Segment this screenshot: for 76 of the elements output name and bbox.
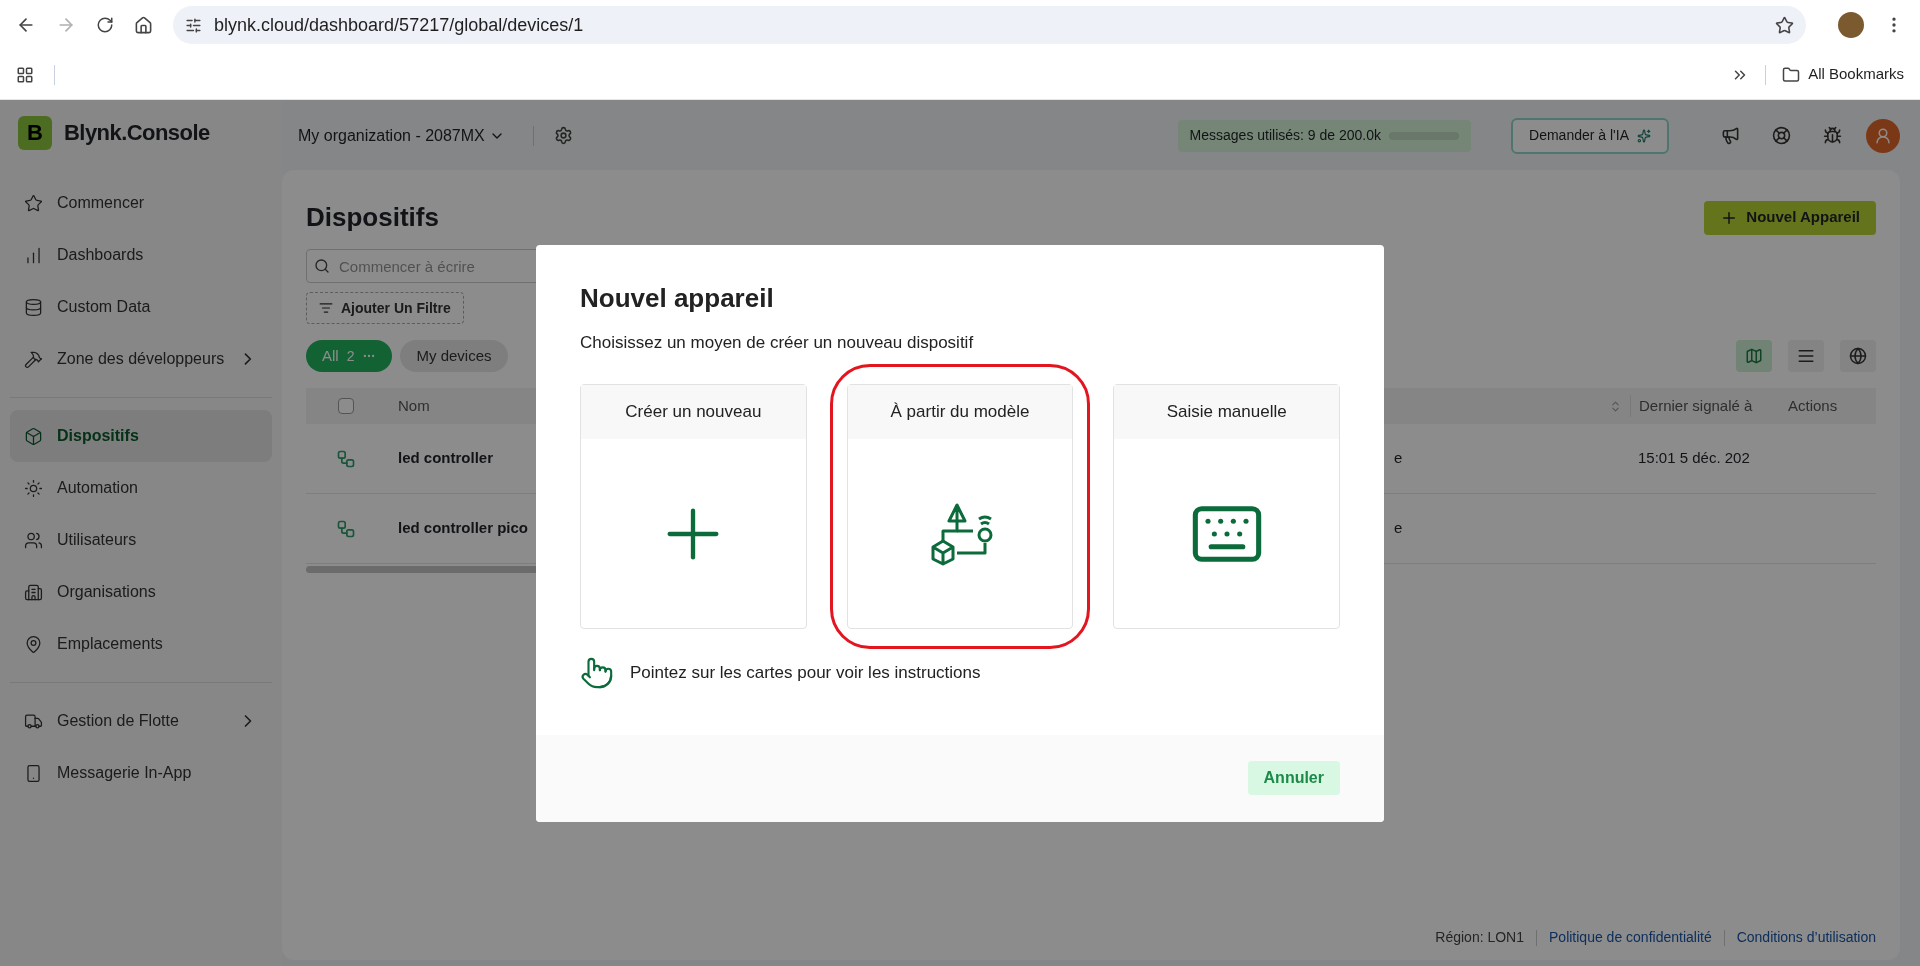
sidebar-item[interactable]: Utilisateurs xyxy=(10,514,272,566)
phone-icon xyxy=(24,763,43,783)
megaphone-icon[interactable] xyxy=(1721,126,1740,145)
column-header: Actions xyxy=(1787,395,1839,416)
apps-icon[interactable] xyxy=(16,65,34,84)
horizontal-scrollbar[interactable] xyxy=(306,566,538,573)
card-title: Saisie manuelle xyxy=(1166,401,1287,424)
option-card[interactable]: Saisie manuelle xyxy=(1113,384,1340,629)
sparkle-icon xyxy=(1637,128,1651,143)
home-icon[interactable] xyxy=(134,15,153,35)
organization-selector[interactable]: My organization - 2087MX xyxy=(282,123,521,148)
tools-icon xyxy=(24,349,43,369)
filter-icon xyxy=(319,301,333,315)
sidebar-item[interactable]: Commencer xyxy=(10,177,272,229)
sidebar-item[interactable]: Messagerie In-App xyxy=(10,747,272,799)
site-settings-icon[interactable] xyxy=(185,16,202,34)
globe-icon xyxy=(1849,347,1867,365)
url-text: blynk.cloud/dashboard/57217/global/devices/1 xyxy=(214,13,585,37)
sidebar-item[interactable]: Organisations xyxy=(10,566,272,618)
footer-link[interactable]: Politique de confidentialité xyxy=(1549,927,1712,948)
profile-avatar[interactable] xyxy=(1838,12,1864,38)
bookmark-star-icon[interactable] xyxy=(1775,15,1794,35)
option-card[interactable]: À partir du modèle xyxy=(846,384,1074,629)
card-title: Créer un nouveau xyxy=(625,401,762,424)
database-icon xyxy=(24,297,43,317)
select-all-checkbox[interactable] xyxy=(338,398,354,414)
add-filter-button[interactable]: Ajouter Un Filtre xyxy=(306,292,464,324)
building-icon xyxy=(24,582,43,602)
filter-chip[interactable]: My devices xyxy=(400,340,508,372)
device-icon xyxy=(336,448,356,469)
sidebar-item[interactable]: Custom Data xyxy=(10,281,272,333)
footer-link[interactable]: Conditions d’utilisation xyxy=(1736,927,1876,948)
device-icon xyxy=(336,518,356,539)
view-toggle[interactable] xyxy=(1788,340,1824,372)
sidebar-item[interactable]: Automation xyxy=(10,462,272,514)
users-icon xyxy=(24,530,43,550)
folder-icon xyxy=(1782,65,1801,84)
logo-mark: B xyxy=(18,115,52,150)
address-bar[interactable]: blynk.cloud/dashboard/57217/global/devices/1 xyxy=(173,6,1806,44)
table-cell-text: e xyxy=(1393,518,1404,539)
search-icon xyxy=(314,258,330,274)
bar-chart-icon xyxy=(24,245,43,265)
table-cell-text: 15:01 5 déc. 202 xyxy=(1637,448,1751,469)
sidebar-item[interactable]: Emplacements xyxy=(10,618,272,670)
page-title: Dispositifs xyxy=(306,201,439,234)
dialog-subtitle: Choisissez un moyen de créer un nouveau dispositif xyxy=(580,331,975,354)
brand-name: Blynk.Console xyxy=(64,119,210,147)
settings-icon[interactable] xyxy=(553,126,573,145)
region-label: Région: LON1 xyxy=(1435,928,1524,947)
sidebar-item[interactable]: Dispositifs xyxy=(10,410,272,462)
list-icon xyxy=(1797,347,1815,365)
bug-icon[interactable] xyxy=(1823,126,1842,145)
sidebar-item[interactable]: Dashboards xyxy=(10,229,272,281)
pointer-hand-icon xyxy=(580,656,614,690)
dialog-hint: Pointez sur les cartes pour voir les instructions xyxy=(630,662,981,685)
view-toggle[interactable] xyxy=(1736,340,1772,372)
cube-icon xyxy=(24,426,43,446)
card-title: À partir du modèle xyxy=(890,401,1030,424)
dialog-title: Nouvel appareil xyxy=(580,281,775,315)
reload-icon[interactable] xyxy=(96,16,114,34)
bookmark-folder[interactable]: All Bookmarks xyxy=(1782,63,1904,86)
map-pin-icon xyxy=(24,634,43,654)
sidebar-item[interactable]: Zone des développeurs xyxy=(10,333,272,385)
sidebar-item[interactable]: Gestion de Flotte xyxy=(10,695,272,747)
new-device-button[interactable]: Nouvel Appareil xyxy=(1704,200,1876,235)
option-card[interactable]: Créer un nouveau xyxy=(580,384,807,629)
ask-ai-button[interactable]: Demander à l'IA xyxy=(1511,117,1669,154)
column-header[interactable]: Dernier signalé à xyxy=(1630,394,1776,418)
map-icon xyxy=(1745,347,1763,365)
view-toggle[interactable] xyxy=(1840,340,1876,372)
table-cell-text: e xyxy=(1393,448,1404,469)
lifebuoy-icon[interactable] xyxy=(1772,126,1791,145)
usage-label: Messages utilisés: 9 de 200.0k xyxy=(1189,126,1382,145)
star-icon xyxy=(24,193,43,213)
cancel-button[interactable]: Annuler xyxy=(1247,761,1340,795)
sun-icon xyxy=(24,478,43,498)
